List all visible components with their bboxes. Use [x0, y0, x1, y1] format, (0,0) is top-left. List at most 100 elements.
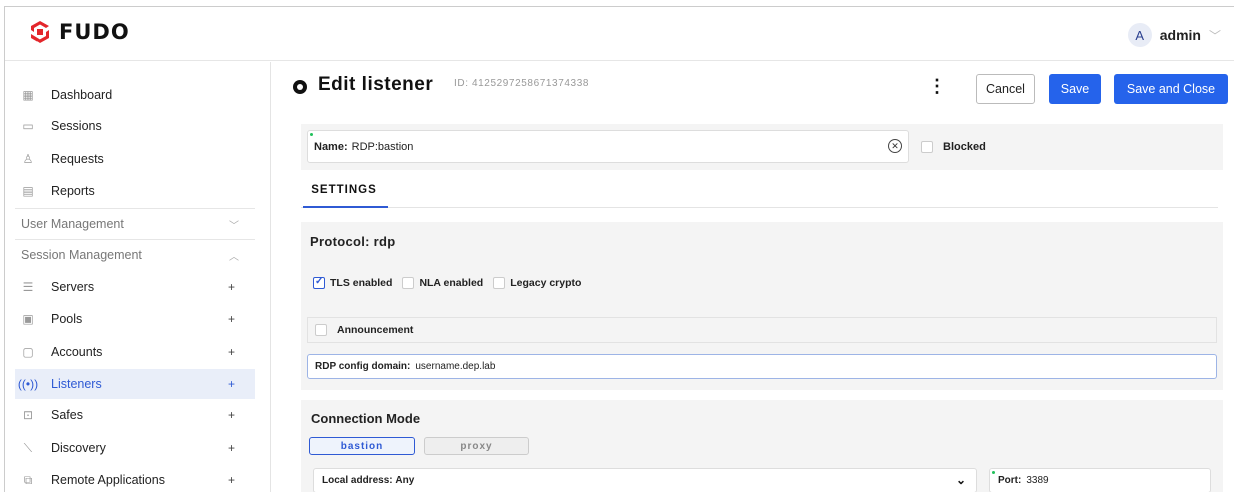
legacy-crypto-checkbox[interactable] — [493, 277, 506, 289]
active-tab-indicator — [303, 206, 388, 208]
sidebar-item-remote-applications[interactable]: ⧉ Remote Applications + — [15, 465, 255, 492]
servers-icon: ☰ — [22, 280, 34, 294]
connection-mode-heading: Connection Mode — [311, 411, 421, 426]
user-name: admin — [1159, 27, 1201, 43]
add-icon[interactable]: + — [228, 377, 235, 391]
option-label: TLS enabled — [330, 277, 393, 289]
sidebar-group-label: User Management — [21, 217, 124, 231]
required-indicator — [992, 471, 995, 474]
sidebar-item-label: Servers — [51, 280, 95, 294]
app-window: FUDO A admin ﹀ ▦ Dashboard ▭ Sessions ♙ … — [4, 6, 1234, 492]
safes-icon: ⊡ — [22, 408, 34, 422]
accounts-icon: ▢ — [22, 345, 34, 359]
announcement-toggle[interactable]: Announcement — [307, 317, 1217, 343]
add-icon[interactable]: + — [228, 441, 235, 455]
local-address-value: Any — [395, 475, 415, 486]
chevron-down-icon: ⌄ — [955, 473, 966, 487]
avatar: A — [1127, 23, 1152, 47]
name-field[interactable]: Name: RDP:bastion ✕ — [307, 130, 909, 163]
remote-applications-icon: ⧉ — [23, 472, 33, 487]
fudo-logo-icon — [31, 21, 49, 43]
chevron-up-icon: ︿ — [229, 251, 239, 263]
add-icon[interactable]: + — [228, 408, 235, 422]
sidebar-item-label: Requests — [51, 152, 104, 166]
sidebar-group-user-management[interactable]: User Management ﹀ — [15, 209, 255, 239]
fudo-logo[interactable]: FUDO — [27, 19, 130, 45]
listeners-icon: ((•)) — [17, 377, 39, 391]
chevron-down-icon: ﹀ — [229, 220, 239, 232]
tab-settings[interactable]: SETTINGS — [309, 184, 379, 208]
sidebar-item-label: Pools — [51, 312, 83, 326]
sidebar-item-requests[interactable]: ♙ Requests — [15, 144, 255, 174]
sidebar-item-pools[interactable]: ▣ Pools + — [15, 304, 255, 334]
sidebar-item-dashboard[interactable]: ▦ Dashboard — [15, 80, 255, 110]
name-value: RDP:bastion — [351, 140, 414, 153]
save-button[interactable]: Save — [1049, 74, 1101, 104]
sidebar-item-listeners[interactable]: ((•)) Listeners + — [15, 369, 255, 399]
announcement-label: Announcement — [337, 324, 414, 336]
rdp-domain-value: username.dep.lab — [415, 361, 496, 372]
add-icon[interactable]: + — [228, 312, 235, 326]
announcement-checkbox[interactable] — [315, 324, 327, 336]
sidebar-item-label: Dashboard — [51, 88, 113, 102]
reports-icon: ▤ — [22, 184, 34, 198]
blocked-label: Blocked — [943, 141, 986, 153]
sidebar-item-label: Listeners — [51, 377, 102, 391]
local-address-select[interactable]: Local address: Any ⌄ — [313, 468, 977, 492]
option-label: Legacy crypto — [510, 277, 582, 289]
sidebar-item-label: Accounts — [51, 345, 103, 359]
more-options-icon[interactable]: ⋮ — [928, 76, 946, 97]
chevron-down-icon: ﹀ — [1208, 28, 1221, 43]
nla-enabled-option[interactable]: NLA enabled — [402, 277, 483, 289]
sidebar-item-accounts[interactable]: ▢ Accounts + — [15, 337, 255, 367]
listener-id: ID: 4125297258671374338 — [454, 78, 590, 89]
sidebar-item-servers[interactable]: ☰ Servers + — [15, 272, 255, 302]
sidebar: ▦ Dashboard ▭ Sessions ♙ Requests ▤ Repo… — [5, 62, 271, 492]
mode-proxy-button[interactable]: proxy — [424, 437, 529, 455]
main-content: Edit listener ID: 4125297258671374338 ⋮ … — [271, 62, 1234, 492]
sidebar-item-reports[interactable]: ▤ Reports — [15, 176, 255, 206]
cancel-button[interactable]: Cancel — [976, 74, 1035, 104]
page-title: Edit listener — [318, 74, 434, 95]
save-and-close-button[interactable]: Save and Close — [1114, 74, 1228, 104]
requests-icon: ♙ — [22, 152, 34, 166]
top-bar: FUDO A admin ﹀ — [5, 7, 1234, 61]
sidebar-item-label: Remote Applications — [51, 473, 165, 487]
blocked-checkbox[interactable] — [921, 141, 933, 153]
back-icon[interactable] — [293, 80, 307, 94]
sidebar-item-label: Discovery — [51, 441, 106, 455]
sidebar-item-discovery[interactable]: ⟍ Discovery + — [15, 433, 255, 463]
protocol-heading: Protocol: rdp — [310, 234, 396, 249]
port-label: Port: — [998, 475, 1022, 486]
required-indicator — [310, 133, 313, 136]
legacy-crypto-option[interactable]: Legacy crypto — [493, 277, 581, 289]
add-icon[interactable]: + — [228, 473, 235, 487]
nla-enabled-checkbox[interactable] — [402, 277, 415, 289]
clear-icon[interactable]: ✕ — [888, 139, 902, 153]
name-label: Name: — [314, 140, 348, 153]
port-field[interactable]: Port: 3389 — [989, 468, 1211, 492]
user-menu[interactable]: A admin ﹀ — [1127, 23, 1221, 47]
add-icon[interactable]: + — [228, 280, 235, 294]
sidebar-item-label: Safes — [51, 408, 83, 422]
tls-enabled-checkbox[interactable] — [313, 276, 325, 289]
port-value: 3389 — [1026, 475, 1049, 486]
sidebar-item-label: Reports — [51, 184, 95, 198]
option-label: NLA enabled — [419, 277, 484, 289]
mode-bastion-button[interactable]: bastion — [309, 437, 415, 455]
sidebar-item-label: Sessions — [51, 119, 102, 133]
blocked-toggle[interactable]: Blocked — [921, 141, 986, 153]
discovery-icon: ⟍ — [23, 440, 33, 455]
sidebar-item-safes[interactable]: ⊡ Safes + — [15, 400, 255, 430]
sidebar-group-session-management[interactable]: Session Management ︿ — [15, 240, 255, 270]
logo-text: FUDO — [59, 20, 130, 44]
protocol-options: TLS enabled NLA enabled Legacy crypto — [313, 276, 591, 289]
local-address-label: Local address: — [322, 475, 393, 486]
dashboard-icon: ▦ — [22, 88, 34, 102]
pools-icon: ▣ — [22, 312, 34, 326]
tls-enabled-option[interactable]: TLS enabled — [313, 276, 393, 289]
rdp-domain-label: RDP config domain: — [315, 361, 411, 372]
add-icon[interactable]: + — [228, 345, 235, 359]
rdp-config-domain-field[interactable]: RDP config domain: username.dep.lab — [307, 354, 1217, 379]
sidebar-item-sessions[interactable]: ▭ Sessions — [15, 111, 255, 141]
